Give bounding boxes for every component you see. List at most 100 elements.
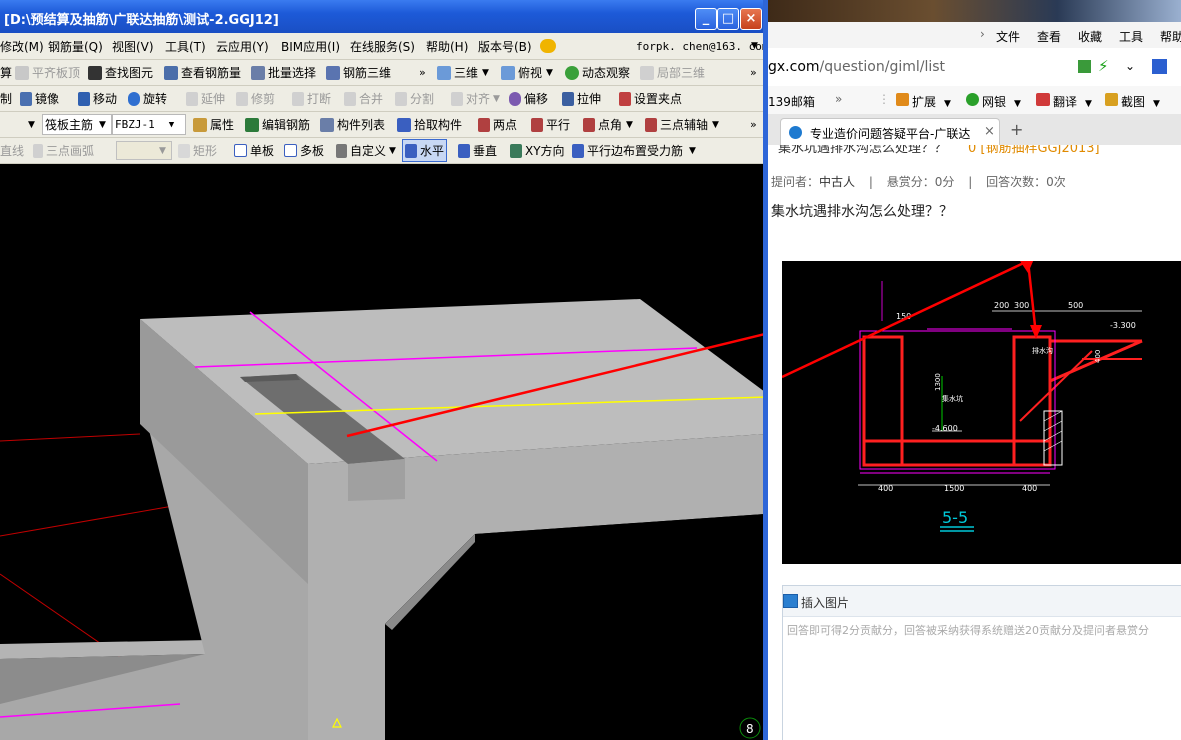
dim-200: 200 <box>994 301 1009 310</box>
orbit-button[interactable]: 动态观察 <box>565 60 630 85</box>
split-button[interactable]: 分割 <box>395 86 434 111</box>
stretch-button[interactable]: 拉伸 <box>562 86 601 111</box>
arc-button[interactable]: 三点画弧 <box>33 138 94 163</box>
multi-slab-icon <box>284 144 297 157</box>
align-slab-top-button[interactable]: 平齐板顶 <box>15 60 80 85</box>
line-button[interactable]: 直线 <box>0 138 24 163</box>
rotate-button[interactable]: 旋转 <box>128 86 167 111</box>
browser-menu-bar: › 文件 查看 收藏 工具 帮助 <box>768 22 1181 49</box>
menu-view[interactable]: 视图(V) <box>112 33 154 59</box>
helmet-icon[interactable] <box>540 33 559 59</box>
browser-menu-view[interactable]: 查看 <box>1037 28 1061 45</box>
view-3d-button[interactable]: 三维 ▼ <box>437 60 489 85</box>
menu-bim[interactable]: BIM应用(I) <box>281 33 340 59</box>
3d-model-render[interactable]: 8 <box>0 164 765 740</box>
overflow-chevron-icon-2[interactable]: » <box>750 60 757 85</box>
asker-name[interactable]: 中古人 <box>819 175 855 189</box>
local-3d-icon <box>640 65 654 80</box>
two-point-button[interactable]: 两点 <box>478 112 517 137</box>
browser-menu-favorites[interactable]: 收藏 <box>1078 28 1102 45</box>
xy-direction-button[interactable]: XY方向 <box>510 138 565 163</box>
fav-screenshot[interactable]: 截图 ▼ <box>1105 93 1160 110</box>
maximize-button[interactable]: □ <box>717 8 739 30</box>
align-button[interactable]: 对齐 ▼ <box>451 86 500 111</box>
extend-icon <box>186 91 198 106</box>
component-type-select[interactable]: 筏板主筋 ▼ <box>42 114 112 135</box>
browser-menu-tools[interactable]: 工具 <box>1119 28 1143 45</box>
question-image[interactable]: 200 300 500 150 400 1500 400 1300 400 -3… <box>781 259 1181 564</box>
vertical-label: 垂直 <box>473 144 498 158</box>
local-3d-button[interactable]: 局部三维 <box>640 60 705 85</box>
menu-tools[interactable]: 工具(T) <box>165 33 206 59</box>
xy-direction-label: XY方向 <box>525 144 565 158</box>
menu-rebar-qty[interactable]: 钢筋量(Q) <box>48 33 103 59</box>
component-name-select[interactable]: FBZJ-1 ▼ <box>112 114 186 135</box>
parallel-button[interactable]: 平行 <box>531 112 570 137</box>
tab-close-icon[interactable]: × <box>984 124 995 139</box>
answer-textarea[interactable]: 回答即可得2分贡献分，回答被采纳获得系统赠送20贡献分及提问者悬赏分 <box>787 622 1149 638</box>
single-slab-button[interactable]: 单板 <box>234 138 274 163</box>
translate-dropdown-icon: ▼ <box>1085 99 1092 109</box>
horizontal-button[interactable]: 水平 <box>402 139 448 162</box>
window-title: [D:\预结算及抽筋\广联达抽筋\测试-2.GGJ12] <box>4 13 279 28</box>
arc-type-select[interactable]: ▼ <box>116 141 172 160</box>
qr-icon[interactable] <box>1078 60 1091 73</box>
fav-extensions[interactable]: 扩展 ▼ <box>896 93 951 110</box>
fav-more-icon[interactable]: » <box>835 92 842 106</box>
tab-active[interactable]: 专业造价问题答疑平台-广联达 × <box>780 118 1000 146</box>
trim-button[interactable]: 修剪 <box>236 86 275 111</box>
merge-button[interactable]: 合并 <box>344 86 383 111</box>
search-engine-icon[interactable] <box>1152 59 1167 74</box>
menu-modify[interactable]: 修改(M) <box>0 33 44 59</box>
layer-select[interactable]: ▼ <box>0 112 40 137</box>
3d-viewport[interactable]: 8 <box>0 164 765 740</box>
move-button[interactable]: 移动 <box>78 86 117 111</box>
view-rebar-qty-button[interactable]: 查看钢筋量 <box>164 60 241 85</box>
offset-button[interactable]: 偏移 <box>509 86 548 111</box>
set-grip-button[interactable]: 设置夹点 <box>619 86 682 111</box>
batch-select-button[interactable]: 批量选择 <box>251 60 316 85</box>
menu-version[interactable]: 版本号(B) <box>478 33 532 59</box>
account-dropdown-icon[interactable]: ▼ <box>751 33 758 59</box>
pick-component-button[interactable]: 拾取构件 <box>397 112 462 137</box>
menu-cloud[interactable]: 云应用(Y) <box>216 33 269 59</box>
new-tab-button[interactable]: + <box>1010 120 1023 139</box>
fav-screenshot-label: 截图 <box>1121 95 1146 109</box>
browser-menu-help[interactable]: 帮助 <box>1160 28 1181 45</box>
fav-139mail[interactable]: 139邮箱 <box>768 93 815 110</box>
insert-image-button[interactable]: 插入图片 <box>801 594 849 611</box>
component-list-button[interactable]: 构件列表 <box>320 112 385 137</box>
fav-translate[interactable]: 翻译 ▼ <box>1036 93 1092 110</box>
parallel-edge-rebar-button[interactable]: 平行边布置受力筋 ▼ <box>572 138 696 163</box>
point-angle-button[interactable]: 点角 ▼ <box>583 112 633 137</box>
menu-help[interactable]: 帮助(H) <box>426 33 468 59</box>
draw-button[interactable]: 制 <box>0 86 12 111</box>
url-text[interactable]: gx.com/question/giml/list <box>768 59 945 75</box>
find-element-button[interactable]: 查找图元 <box>88 60 153 85</box>
close-button[interactable]: × <box>740 8 762 30</box>
menu-online[interactable]: 在线服务(S) <box>350 33 415 59</box>
fav-ebank[interactable]: 网银 ▼ <box>966 93 1021 110</box>
extend-button[interactable]: 延伸 <box>186 86 225 111</box>
move-icon <box>78 91 90 106</box>
edit-rebar-button[interactable]: 编辑钢筋 <box>245 112 310 137</box>
overflow-chevron-icon[interactable]: » <box>419 60 426 85</box>
address-dropdown-icon[interactable]: ⌄ <box>1125 59 1135 73</box>
mirror-button[interactable]: 镜像 <box>20 86 59 111</box>
account-label[interactable]: forpk. chen@163. com <box>636 33 765 59</box>
rect-button[interactable]: 矩形 <box>178 138 217 163</box>
break-button[interactable]: 打断 <box>292 86 331 111</box>
vertical-button[interactable]: 垂直 <box>458 138 497 163</box>
calc-button[interactable]: 算 <box>0 60 12 85</box>
minimize-button[interactable]: _ <box>695 8 717 30</box>
browser-menu-file[interactable]: 文件 <box>996 28 1020 45</box>
lightning-icon[interactable]: ⚡ <box>1098 57 1109 75</box>
three-point-axis-button[interactable]: 三点辅轴 ▼ <box>645 112 719 137</box>
multi-slab-button[interactable]: 多板 <box>284 138 324 163</box>
two-point-icon <box>478 117 490 132</box>
top-view-button[interactable]: 俯视 ▼ <box>501 60 553 85</box>
rebar-3d-button[interactable]: 钢筋三维 <box>326 60 391 85</box>
properties-button[interactable]: 属性 <box>193 112 234 137</box>
overflow-chevron-icon-3[interactable]: » <box>750 112 757 137</box>
custom-button[interactable]: 自定义 ▼ <box>336 138 396 163</box>
